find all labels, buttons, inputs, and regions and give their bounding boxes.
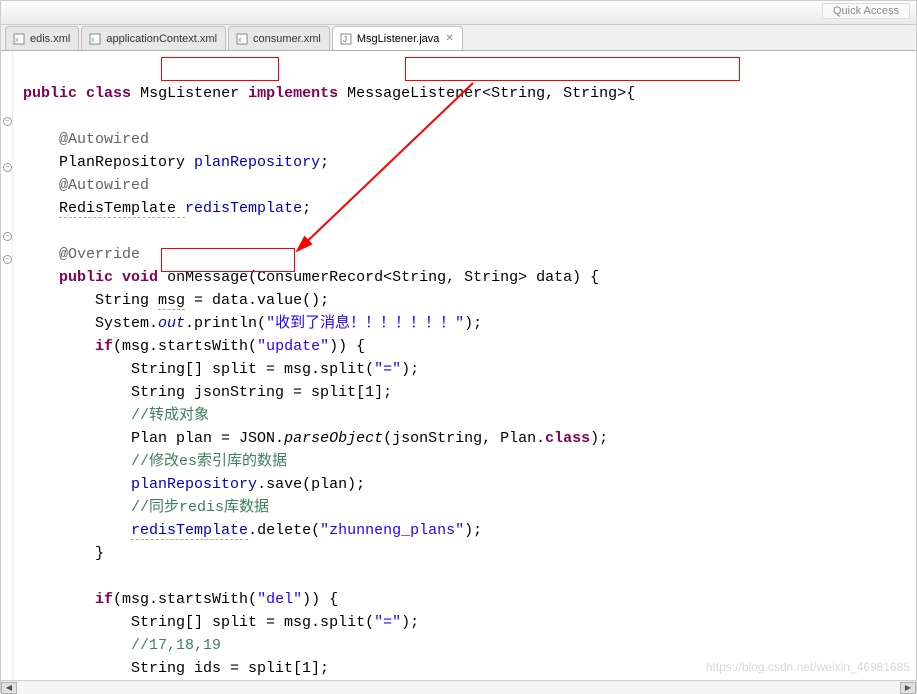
gutter: – – – –	[1, 51, 13, 680]
tab-label: MsgListener.java	[357, 33, 440, 45]
fold-marker-icon[interactable]: –	[3, 232, 12, 241]
code-line: RedisTemplate redisTemplate;	[23, 200, 311, 218]
code-line: //同步redis库数据	[23, 499, 269, 516]
close-icon[interactable]: ✕	[445, 33, 453, 44]
code-line: public class MsgListener implements Mess…	[23, 85, 635, 102]
code-line: }	[23, 545, 104, 562]
xml-file-icon: x	[235, 32, 249, 46]
code-line: redisTemplate.delete("zhunneng_plans");	[23, 522, 482, 540]
code-line: String ids = split[1];	[23, 660, 329, 677]
code-editor[interactable]: public class MsgListener implements Mess…	[13, 51, 916, 680]
code-line: @Autowired	[23, 177, 149, 194]
code-line: String jsonString = split[1];	[23, 384, 392, 401]
highlight-box-interface	[405, 57, 740, 81]
watermark-text: https://blog.csdn.net/weixin_46981685	[706, 660, 910, 674]
code-line: public void onMessage(ConsumerRecord<Str…	[23, 269, 599, 286]
highlight-box-class	[161, 57, 279, 81]
editor-tabbar: x edis.xml x applicationContext.xml x co…	[1, 25, 916, 51]
code-line: String[] split = msg.split("=");	[23, 614, 419, 631]
fold-marker-icon[interactable]: –	[3, 255, 12, 264]
code-line: //转成对象	[23, 407, 209, 424]
tab-msglistener-java[interactable]: J MsgListener.java ✕	[332, 26, 463, 50]
quick-access-button[interactable]: Quick Access	[822, 3, 910, 19]
code-line: Plan plan = JSON.parseObject(jsonString,…	[23, 430, 608, 447]
code-line: if(msg.startsWith("del")) {	[23, 591, 338, 608]
code-line: @Override	[23, 246, 140, 263]
scroll-left-button[interactable]: ◀	[1, 682, 17, 694]
horizontal-scrollbar[interactable]: ◀ ▶	[1, 680, 916, 694]
code-line: String[] split = msg.split("=");	[23, 361, 419, 378]
fold-marker-icon[interactable]: –	[3, 163, 12, 172]
code-line: @Autowired	[23, 131, 149, 148]
window-topbar: Quick Access	[1, 1, 916, 25]
editor-area: – – – – public class MsgListener impleme…	[1, 51, 916, 680]
tab-label: consumer.xml	[253, 33, 321, 45]
code-line: if(msg.startsWith("update")) {	[23, 338, 365, 355]
code-line: //修改es索引库的数据	[23, 453, 287, 470]
tab-label: edis.xml	[30, 33, 70, 45]
java-file-icon: J	[339, 32, 353, 46]
xml-file-icon: x	[12, 32, 26, 46]
xml-file-icon: x	[88, 32, 102, 46]
tab-label: applicationContext.xml	[106, 33, 217, 45]
scroll-track[interactable]	[17, 682, 900, 694]
tab-edis-xml[interactable]: x edis.xml	[5, 26, 79, 50]
svg-text:J: J	[343, 35, 347, 44]
code-line: String msg = data.value();	[23, 292, 329, 310]
code-line: System.out.println("收到了消息！！！！！！！");	[23, 315, 482, 332]
tab-applicationcontext-xml[interactable]: x applicationContext.xml	[81, 26, 226, 50]
svg-text:x: x	[15, 37, 19, 44]
scroll-right-button[interactable]: ▶	[900, 682, 916, 694]
code-line: PlanRepository planRepository;	[23, 154, 329, 171]
code-line: planRepository.save(plan);	[23, 476, 365, 493]
fold-marker-icon[interactable]: –	[3, 117, 12, 126]
tab-consumer-xml[interactable]: x consumer.xml	[228, 26, 330, 50]
svg-text:x: x	[238, 37, 242, 44]
code-line: //17,18,19	[23, 637, 221, 654]
svg-text:x: x	[91, 37, 95, 44]
